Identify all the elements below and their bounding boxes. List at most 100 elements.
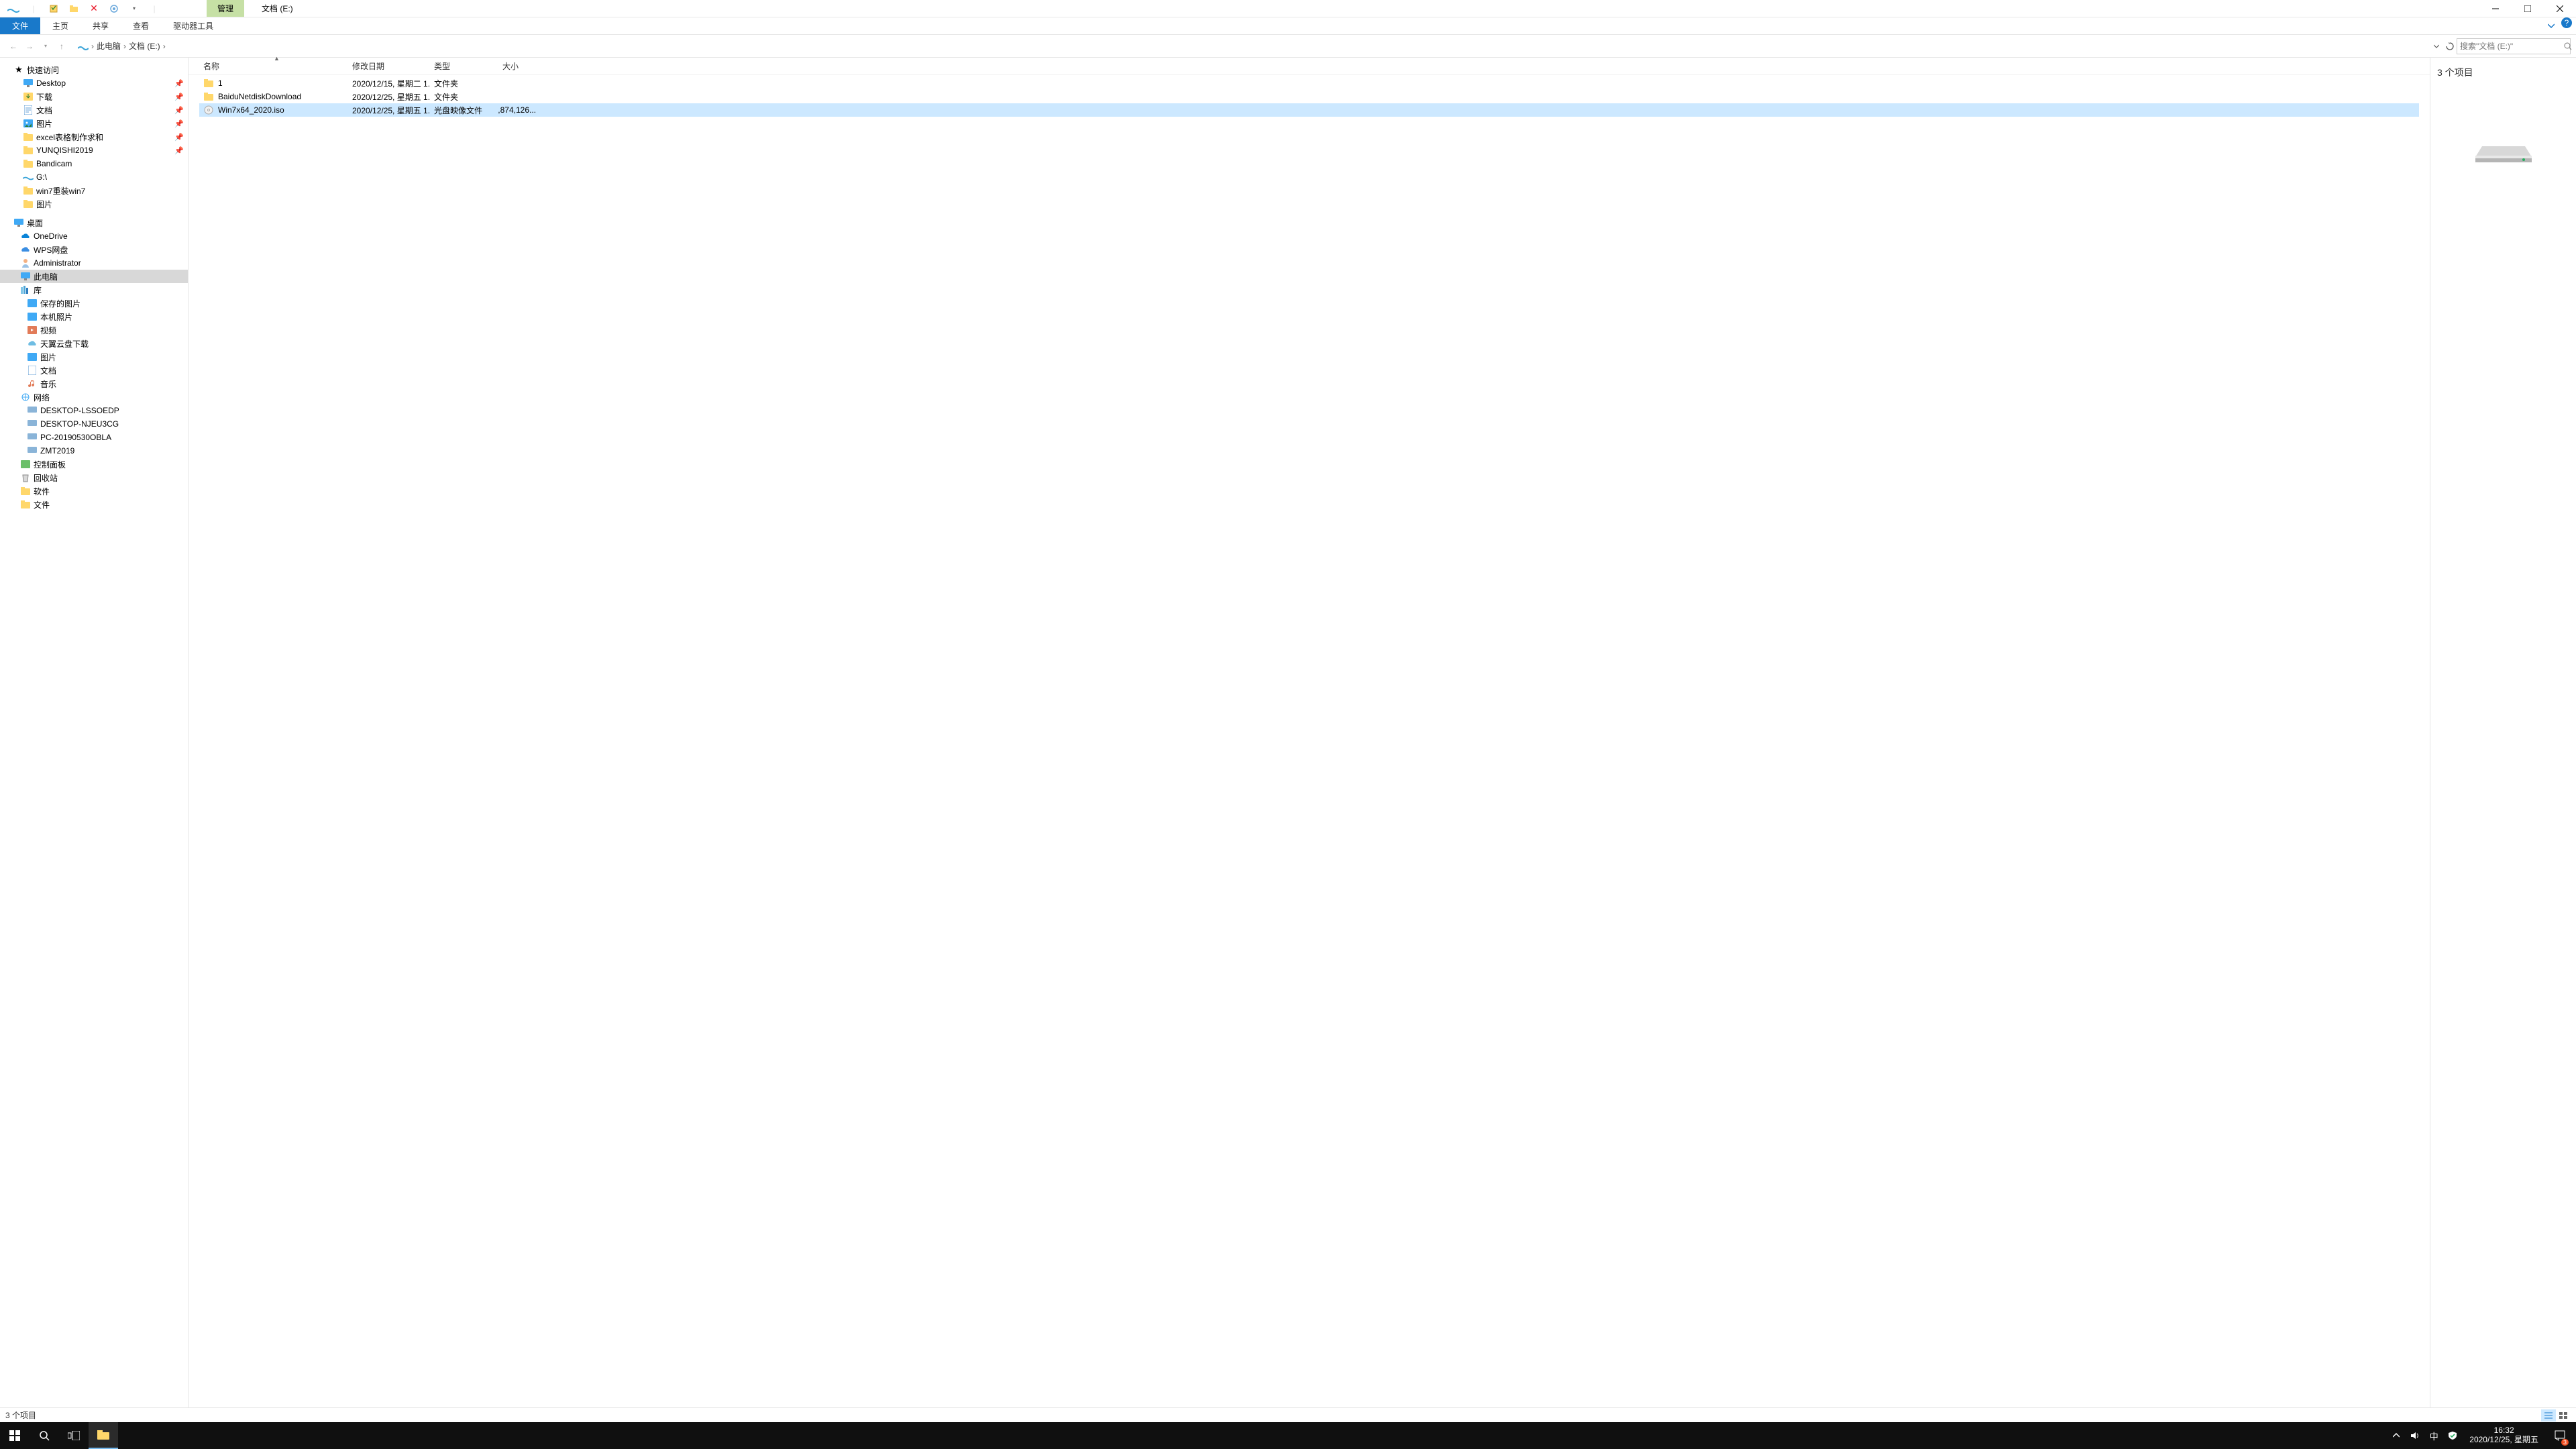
tab-home[interactable]: 主页 [40,17,80,34]
tree-item-recycle-bin[interactable]: 回收站 [0,471,188,484]
address-dropdown[interactable] [2430,44,2443,49]
col-size[interactable]: 大小 [498,60,540,72]
minimize-button[interactable] [2481,0,2510,17]
tree-desktop[interactable]: 桌面 [0,216,188,229]
tree-item-folder[interactable]: 软件 [0,484,188,498]
tree-item-wps[interactable]: WPS网盘 [0,243,188,256]
body-area: ★快速访问 Desktop📌 下载📌 文档📌 图片📌 excel表格制作求和📌 … [0,58,2576,1407]
file-size: 3,874,126... [498,105,540,115]
file-row[interactable]: BaiduNetdiskDownload 2020/12/25, 星期五 1..… [199,90,2419,103]
expand-ribbon-icon[interactable] [2544,17,2559,35]
clock[interactable]: 16:32 2020/12/25, 星期五 [2464,1426,2544,1445]
start-button[interactable] [0,1422,30,1449]
search-box[interactable] [2457,38,2571,54]
back-button[interactable]: ← [5,38,21,54]
tree-item-control-panel[interactable]: 控制面板 [0,458,188,471]
tree-item-net[interactable]: DESKTOP-NJEU3CG [0,417,188,431]
search-input[interactable] [2460,42,2564,51]
tree-quick-access[interactable]: ★快速访问 [0,63,188,76]
file-list-area: 名称▲ 修改日期 类型 大小 1 2020/12/15, 星期二 1... 文件… [188,58,2430,1407]
context-tab-label[interactable]: 管理 [207,0,244,17]
qat-separator: | [25,1,42,17]
refresh-button[interactable] [2443,42,2457,50]
col-type[interactable]: 类型 [430,60,498,72]
tree-item-libraries[interactable]: 库 [0,283,188,297]
folder-icon [23,131,34,142]
file-row[interactable]: 1 2020/12/15, 星期二 1... 文件夹 [199,76,2419,90]
tree-item-net[interactable]: PC-20190530OBLA [0,431,188,444]
notifications-button[interactable]: 3 [2548,1422,2572,1449]
search-button[interactable] [30,1422,59,1449]
tree-item-desktop[interactable]: Desktop📌 [0,76,188,90]
maximize-button[interactable] [2513,0,2542,17]
tree-item-onedrive[interactable]: OneDrive [0,229,188,243]
breadcrumb[interactable]: › 此电脑 › 文档 (E:) › [74,38,2426,54]
view-details-button[interactable] [2541,1409,2556,1421]
folder-icon [23,185,34,196]
forward-button[interactable]: → [21,38,38,54]
qat-separator: | [146,1,162,17]
file-name: Win7x64_2020.iso [218,105,284,115]
cloud-icon [20,244,31,255]
volume-icon[interactable] [2408,1422,2422,1449]
tray-overflow-icon[interactable] [2389,1422,2404,1449]
crumb-drive-e[interactable]: 文档 (E:) [129,40,160,52]
tree-item-lib[interactable]: 图片 [0,350,188,364]
app-icon[interactable] [5,1,21,17]
file-type: 文件夹 [430,91,498,103]
chevron-right-icon[interactable]: › [123,42,126,51]
tree-item-documents[interactable]: 文档📌 [0,103,188,117]
recent-dropdown[interactable]: ▾ [38,38,54,54]
chevron-right-icon[interactable]: › [91,42,94,51]
tree-item-folder[interactable]: Bandicam [0,157,188,170]
system-tray: 中 16:32 2020/12/25, 星期五 3 [2385,1422,2576,1449]
tree-item-folder[interactable]: win7重装win7 [0,184,188,197]
view-thumbnails-button[interactable] [2556,1409,2571,1421]
pc-icon [20,271,31,282]
ime-indicator[interactable]: 中 [2426,1422,2441,1449]
file-row[interactable]: Win7x64_2020.iso 2020/12/25, 星期五 1... 光盘… [199,103,2419,117]
tree-item-lib[interactable]: 音乐 [0,377,188,390]
tree-item-user[interactable]: Administrator [0,256,188,270]
tree-item-folder[interactable]: excel表格制作求和📌 [0,130,188,144]
tree-item-folder[interactable]: YUNQISHI2019📌 [0,144,188,157]
tab-share[interactable]: 共享 [80,17,121,34]
tree-item-net[interactable]: DESKTOP-LSSOEDP [0,404,188,417]
close-button[interactable] [2545,0,2575,17]
tree-item-net[interactable]: ZMT2019 [0,444,188,458]
tab-file[interactable]: 文件 [0,17,40,34]
tab-drive-tools[interactable]: 驱动器工具 [161,17,225,34]
chevron-right-icon[interactable]: › [163,42,166,51]
crumb-this-pc[interactable]: 此电脑 [97,40,121,52]
tree-item-lib[interactable]: 本机照片 [0,310,188,323]
navigation-tree[interactable]: ★快速访问 Desktop📌 下载📌 文档📌 图片📌 excel表格制作求和📌 … [0,58,188,1407]
pin-icon: 📌 [174,133,184,142]
tree-item-network[interactable]: 网络 [0,390,188,404]
tree-item-drive[interactable]: G:\ [0,170,188,184]
tab-view[interactable]: 查看 [121,17,161,34]
file-date: 2020/12/25, 星期五 1... [348,105,430,116]
col-date[interactable]: 修改日期 [348,60,430,72]
security-icon[interactable] [2445,1422,2460,1449]
col-name[interactable]: 名称▲ [199,60,348,72]
tree-item-lib[interactable]: 保存的图片 [0,297,188,310]
settings-icon[interactable] [106,1,122,17]
tree-item-pictures[interactable]: 图片📌 [0,117,188,130]
properties-icon[interactable] [46,1,62,17]
help-icon[interactable]: ? [2561,17,2572,28]
iso-icon [203,105,214,115]
up-button[interactable]: ↑ [54,38,70,54]
qat-dropdown-icon[interactable]: ▾ [126,1,142,17]
new-folder-icon[interactable] [66,1,82,17]
tree-item-downloads[interactable]: 下载📌 [0,90,188,103]
tree-item-lib[interactable]: 天翼云盘下载 [0,337,188,350]
task-view-button[interactable] [59,1422,89,1449]
tree-item-lib[interactable]: 视频 [0,323,188,337]
tree-item-folder[interactable]: 文件 [0,498,188,511]
tree-item-folder[interactable]: 图片 [0,197,188,211]
search-icon[interactable] [2564,42,2572,50]
delete-icon[interactable]: ✕ [86,1,102,17]
tree-item-lib[interactable]: 文档 [0,364,188,377]
tree-item-this-pc[interactable]: 此电脑 [0,270,188,283]
file-explorer-task[interactable] [89,1422,118,1449]
